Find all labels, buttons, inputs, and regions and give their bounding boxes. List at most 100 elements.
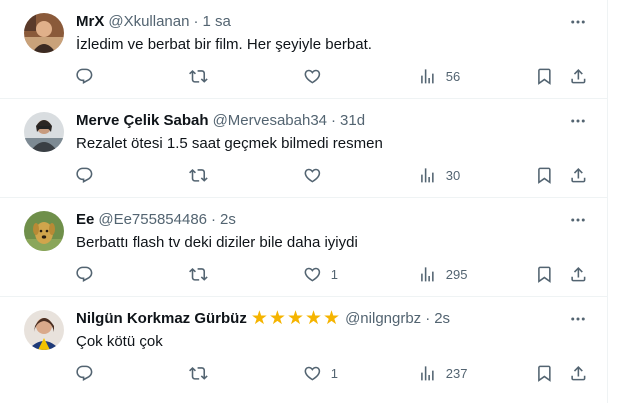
bookmark-button[interactable] (535, 363, 554, 383)
avatar-photo (24, 112, 64, 152)
view-count: 295 (445, 266, 468, 282)
like-button[interactable] (303, 66, 331, 86)
more-options-button[interactable] (568, 111, 588, 131)
avatar[interactable] (24, 211, 64, 251)
share-icon (571, 68, 586, 84)
retweet-button[interactable] (189, 363, 208, 383)
views-icon (421, 167, 434, 183)
like-icon (304, 366, 321, 381)
display-name[interactable]: Nilgün Korkmaz Gürbüz (76, 309, 247, 329)
retweet-icon (189, 267, 208, 281)
bookmark-button[interactable] (535, 66, 554, 86)
separator-dot: · (193, 13, 199, 30)
reply-icon (76, 68, 93, 84)
more-options-button[interactable] (568, 309, 588, 329)
retweet-icon (189, 69, 208, 83)
display-name[interactable]: Ee (76, 210, 94, 230)
tweet-text: Rezalet ötesi 1.5 saat geçmek bilmedi re… (76, 135, 383, 152)
retweet-icon (189, 168, 208, 182)
tweet-actions: 30 (0, 165, 608, 185)
avatar-photo (24, 13, 64, 53)
retweet-button[interactable] (189, 264, 208, 284)
view-count: 237 (445, 365, 468, 381)
like-icon (304, 69, 321, 84)
separator-dot: · (331, 112, 337, 129)
reply-button[interactable] (75, 165, 94, 185)
bookmark-button[interactable] (535, 264, 554, 284)
bookmark-icon (538, 167, 551, 184)
views-button[interactable]: 30 (418, 165, 460, 185)
tweet-text: İzledim ve berbat bir film. Her şeyiyle … (76, 36, 372, 53)
retweet-icon (189, 366, 208, 380)
retweet-button[interactable] (189, 165, 208, 185)
like-count: 1 (330, 266, 338, 282)
like-icon (304, 267, 321, 282)
reply-tweet[interactable]: Nilgün Korkmaz Gürbüz ★ ★ ★ ★ ★ @nilgngr… (0, 297, 608, 403)
display-name[interactable]: MrX (76, 12, 104, 32)
views-icon (421, 68, 434, 84)
view-count: 56 (445, 68, 461, 84)
user-handle[interactable]: @nilgngrbz (345, 309, 421, 329)
more-icon (571, 119, 585, 123)
star-icon: ★ (250, 308, 268, 329)
separator-dot: · (425, 310, 431, 327)
display-name[interactable]: Merve Çelik Sabah (76, 111, 209, 131)
views-icon (421, 266, 434, 282)
avatar-photo (24, 211, 64, 251)
share-button[interactable] (569, 165, 588, 185)
reply-feed: MrX @Xkullanan · 1 sa İzledim ve berbat … (0, 0, 608, 403)
avatar[interactable] (24, 112, 64, 152)
more-icon (571, 218, 585, 222)
tweet-text: Berbattı flash tv deki diziler bile daha… (76, 234, 358, 251)
user-handle[interactable]: @Xkullanan (108, 12, 189, 32)
timestamp[interactable]: 2s (220, 210, 236, 230)
view-count: 30 (445, 167, 461, 183)
reply-button[interactable] (75, 363, 94, 383)
like-count: 1 (330, 365, 338, 381)
reply-tweet[interactable]: Merve Çelik Sabah @Mervesabah34 · 31d Re… (0, 99, 608, 198)
reply-button[interactable] (75, 66, 94, 86)
star-icon: ★ (286, 308, 304, 329)
star-icon: ★ (323, 308, 341, 329)
reply-icon (76, 365, 93, 381)
reply-button[interactable] (75, 264, 94, 284)
separator-dot: · (211, 211, 217, 228)
more-options-button[interactable] (568, 12, 588, 32)
tweet-header: MrX @Xkullanan · 1 sa (76, 12, 231, 32)
timestamp[interactable]: 1 sa (202, 12, 230, 32)
share-button[interactable] (569, 66, 588, 86)
tweet-actions: 56 (0, 66, 608, 86)
share-icon (571, 266, 586, 282)
retweet-button[interactable] (189, 66, 208, 86)
tweet-header: Ee @Ee755854486 · 2s (76, 210, 236, 230)
reply-icon (76, 266, 93, 282)
bookmark-button[interactable] (535, 165, 554, 185)
tweet-actions: 1 237 (0, 363, 608, 383)
timestamp[interactable]: 31d (340, 111, 365, 131)
share-icon (571, 365, 586, 381)
share-button[interactable] (569, 264, 588, 284)
reply-icon (76, 167, 93, 183)
like-button[interactable] (303, 165, 331, 185)
star-icon: ★ (304, 308, 323, 329)
like-button[interactable]: 1 (303, 264, 338, 284)
like-icon (304, 168, 321, 183)
timestamp[interactable]: 2s (434, 309, 450, 329)
reply-tweet[interactable]: Ee @Ee755854486 · 2s Berbattı flash tv d… (0, 198, 608, 297)
share-button[interactable] (569, 363, 588, 383)
tweet-actions: 1 295 (0, 264, 608, 284)
tweet-text: Çok kötü çok (76, 333, 163, 350)
like-button[interactable]: 1 (303, 363, 338, 383)
user-handle[interactable]: @Ee755854486 (98, 210, 207, 230)
avatar-photo (24, 310, 64, 350)
views-button[interactable]: 237 (418, 363, 467, 383)
more-options-button[interactable] (568, 210, 588, 230)
tweet-header: Nilgün Korkmaz Gürbüz ★ ★ ★ ★ ★ @nilgngr… (76, 309, 450, 329)
avatar[interactable] (24, 13, 64, 53)
avatar[interactable] (24, 310, 64, 350)
share-icon (571, 167, 586, 183)
user-handle[interactable]: @Mervesabah34 (213, 111, 327, 131)
reply-tweet[interactable]: MrX @Xkullanan · 1 sa İzledim ve berbat … (0, 0, 608, 99)
views-button[interactable]: 295 (418, 264, 467, 284)
views-button[interactable]: 56 (418, 66, 460, 86)
